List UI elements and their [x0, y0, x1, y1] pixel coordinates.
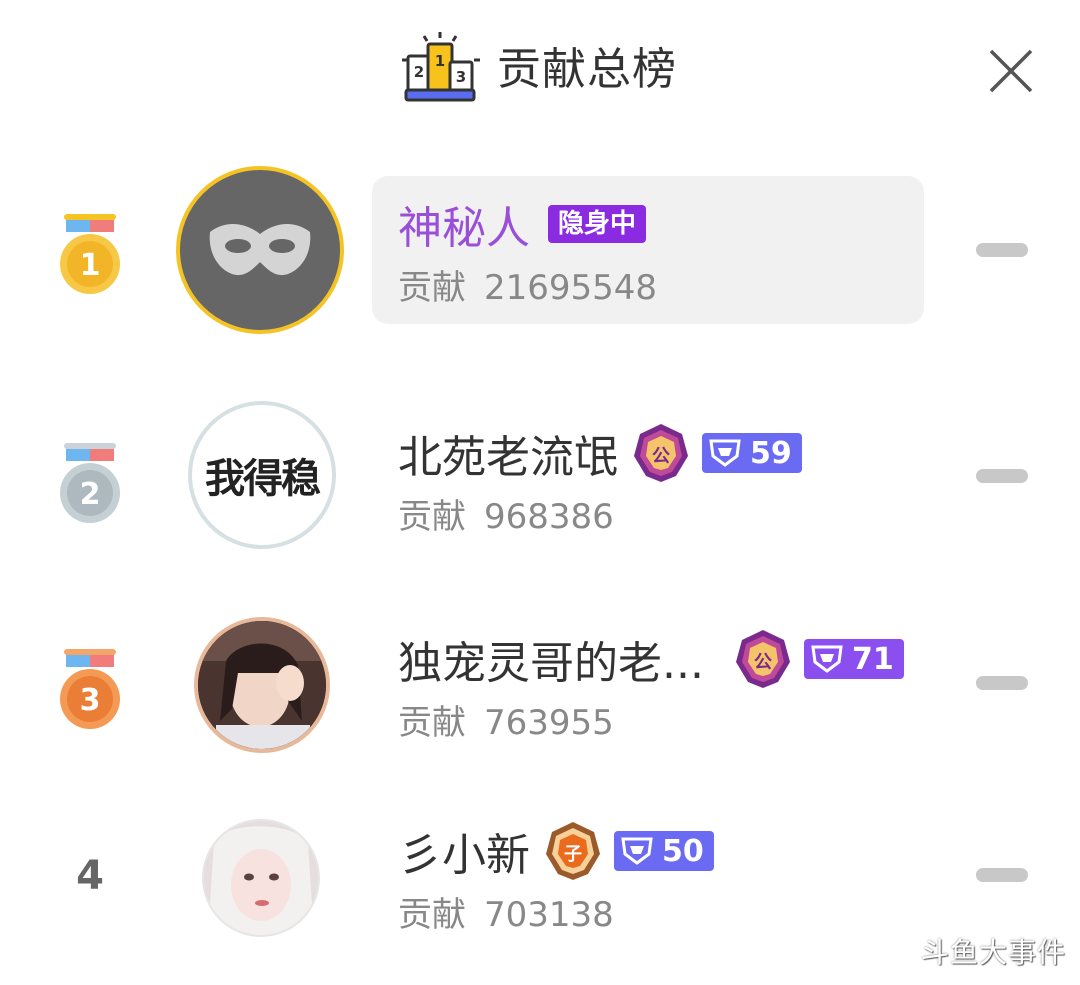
trend-dash-icon — [976, 868, 1028, 882]
avatar-text: 我得稳 — [205, 456, 321, 502]
user-photo — [198, 621, 326, 749]
badge-text: 公 — [754, 652, 772, 673]
gold-medal-icon: 1 — [60, 214, 120, 294]
contribution: 贡献 703138 — [398, 887, 714, 936]
rank-number: 2 — [80, 477, 101, 512]
fan-level: 50 — [662, 833, 704, 869]
list-item[interactable]: 1 神秘人 隐身中 贡献 21695548 — [0, 150, 1080, 350]
podium-icon: 2 1 3 — [402, 32, 480, 102]
contribution-label: 贡献 — [398, 497, 466, 537]
contribution-value: 703138 — [484, 895, 614, 935]
avatar[interactable] — [176, 166, 344, 334]
badge-text: 子 — [564, 844, 582, 865]
fan-level-badge: 50 — [614, 831, 714, 871]
entry-info: 北苑老流氓 公 59 贡献 968386 — [398, 424, 802, 538]
fan-level: 71 — [851, 641, 894, 677]
trend-dash-icon — [976, 469, 1028, 483]
entry-info: 独宠灵哥的老... 公 71 贡献 763955 — [398, 630, 904, 744]
user-photo — [204, 821, 318, 935]
bronze-medal-icon: 3 — [60, 649, 120, 729]
avatar[interactable] — [194, 617, 330, 753]
contribution-value: 763955 — [484, 703, 614, 743]
silver-medal-icon: 2 — [60, 443, 120, 523]
shield-level-icon — [709, 439, 741, 467]
fan-level-badge: 71 — [803, 639, 904, 679]
invisible-status-badge: 隐身中 — [548, 205, 647, 243]
shield-level-icon — [621, 837, 653, 865]
contribution-value: 21695548 — [484, 268, 658, 308]
fan-level: 59 — [750, 435, 792, 471]
entry-info: 彡小新 子 50 贡献 703138 — [398, 822, 714, 936]
podium-digit-1: 1 — [435, 52, 445, 70]
rank-number: 4 — [76, 853, 104, 899]
mask-icon — [209, 223, 311, 276]
avatar[interactable]: 我得稳 — [188, 401, 336, 549]
entry-info: 神秘人 隐身中 贡献 21695548 — [398, 196, 657, 309]
member-badge-icon: 子 — [546, 822, 600, 880]
contribution-label: 贡献 — [398, 703, 466, 743]
close-icon[interactable] — [984, 44, 1038, 98]
guild-badge-icon: 公 — [634, 424, 688, 482]
username[interactable]: 彡小新 — [398, 819, 530, 883]
contribution-label: 贡献 — [398, 895, 466, 935]
podium-digit-2: 2 — [414, 63, 424, 81]
contribution: 贡献 21695548 — [398, 260, 657, 309]
rank-number: 3 — [80, 683, 101, 718]
shield-level-icon — [811, 645, 843, 673]
rank-number: 1 — [80, 248, 101, 283]
podium-digit-3: 3 — [456, 68, 466, 86]
contribution-value: 968386 — [484, 497, 614, 537]
username[interactable]: 北苑老流氓 — [398, 421, 618, 485]
page-title: 贡献总榜 — [497, 44, 677, 95]
contribution: 贡献 763955 — [398, 695, 904, 744]
guild-badge-icon: 公 — [735, 630, 790, 688]
list-item[interactable]: 3 独宠灵哥的老... 公 71 贡献 763955 — [0, 585, 1080, 785]
fan-level-badge: 59 — [702, 433, 802, 473]
trend-dash-icon — [976, 243, 1028, 257]
badge-text: 公 — [652, 446, 670, 467]
avatar[interactable] — [202, 819, 320, 937]
contribution-label: 贡献 — [398, 268, 466, 308]
contribution: 贡献 968386 — [398, 489, 802, 538]
username[interactable]: 独宠灵哥的老... — [398, 627, 704, 691]
header: 2 1 3 贡献总榜 — [0, 0, 1080, 140]
list-item[interactable]: 4 彡小新 子 50 贡献 703138 — [0, 777, 1080, 977]
username[interactable]: 神秘人 — [398, 192, 530, 256]
watermark: 斗鱼大事件 — [920, 936, 1066, 969]
trend-dash-icon — [976, 676, 1028, 690]
list-item[interactable]: 2 我得稳 北苑老流氓 公 59 贡献 968386 — [0, 375, 1080, 575]
